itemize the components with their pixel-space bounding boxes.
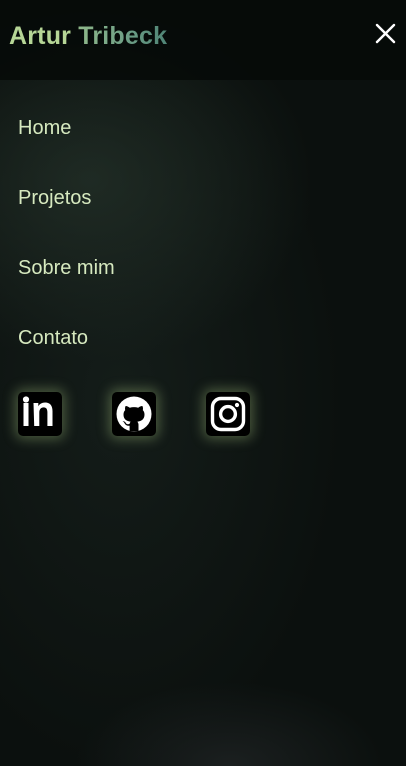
linkedin-icon xyxy=(22,396,53,426)
nav-item-contato[interactable]: Contato xyxy=(18,315,115,385)
nav-item-sobre-mim[interactable]: Sobre mim xyxy=(18,245,115,315)
brand-logo[interactable]: Artur Tribeck xyxy=(9,20,167,52)
brand-last-name: Tribeck xyxy=(78,22,168,50)
close-icon xyxy=(375,23,396,44)
instagram-link[interactable] xyxy=(206,392,250,436)
nav-item-home[interactable]: Home xyxy=(18,105,115,175)
linkedin-link[interactable] xyxy=(18,392,62,436)
close-menu-button[interactable] xyxy=(372,20,400,48)
nav-item-projetos[interactable]: Projetos xyxy=(18,175,115,245)
brand-first-name: Artur xyxy=(9,22,72,50)
github-icon xyxy=(116,396,152,432)
github-link[interactable] xyxy=(112,392,156,436)
social-links xyxy=(18,392,278,438)
instagram-icon xyxy=(210,396,246,432)
header: Artur Tribeck xyxy=(0,0,406,80)
mobile-nav-menu: Home Projetos Sobre mim Contato xyxy=(18,105,115,385)
